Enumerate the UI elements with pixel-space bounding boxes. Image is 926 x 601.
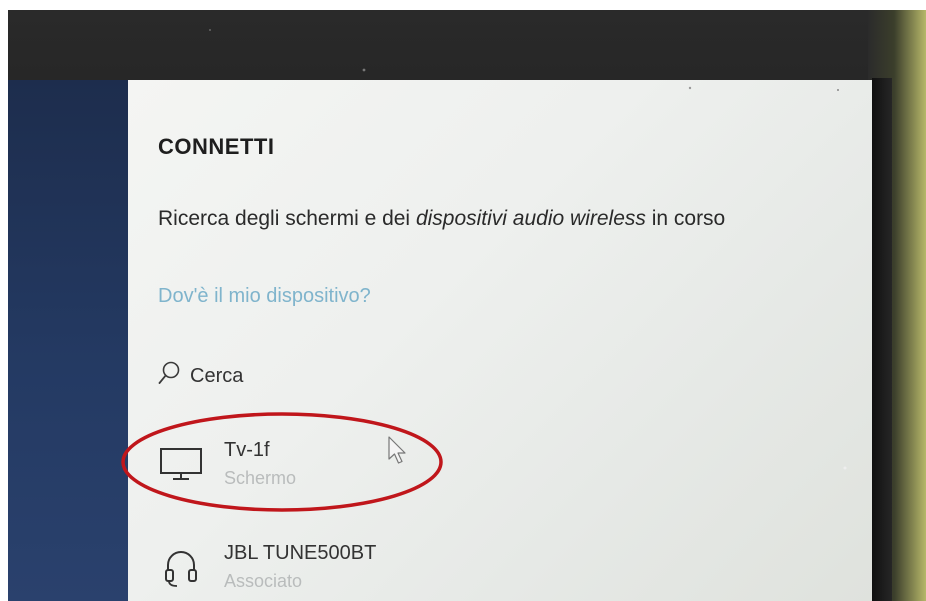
search-icon	[158, 361, 180, 392]
desktop-background	[8, 80, 138, 601]
search-status-text: Ricerca degli schermi e dei dispositivi …	[158, 200, 838, 238]
search-box[interactable]: Cerca	[158, 360, 243, 392]
panel-title: CONNETTI	[158, 134, 275, 159]
device-name: JBL TUNE500BT	[224, 542, 377, 564]
screen-edge	[872, 78, 892, 601]
status-text-part: in corso	[645, 207, 726, 230]
highlight-circle-annotation	[120, 410, 444, 514]
search-label: Cerca	[190, 364, 244, 387]
headphones-icon	[158, 544, 204, 590]
status-text-part: Ricerca degli schermi e dei	[158, 207, 416, 230]
connect-panel: CONNETTI Ricerca degli schermi e dei dis…	[128, 80, 872, 601]
device-text: JBL TUNE500BT Associato	[224, 540, 376, 596]
status-text-italic: dispositivi audio wireless	[415, 207, 646, 230]
device-subtitle: Associato	[224, 571, 303, 591]
screen-photo: CONNETTI Ricerca degli schermi e dei dis…	[0, 0, 926, 601]
where-is-my-device-link[interactable]: Dov'è il mio dispositivo?	[158, 285, 371, 308]
device-item-headphones[interactable]: JBL TUNE500BT Associato	[158, 540, 376, 596]
